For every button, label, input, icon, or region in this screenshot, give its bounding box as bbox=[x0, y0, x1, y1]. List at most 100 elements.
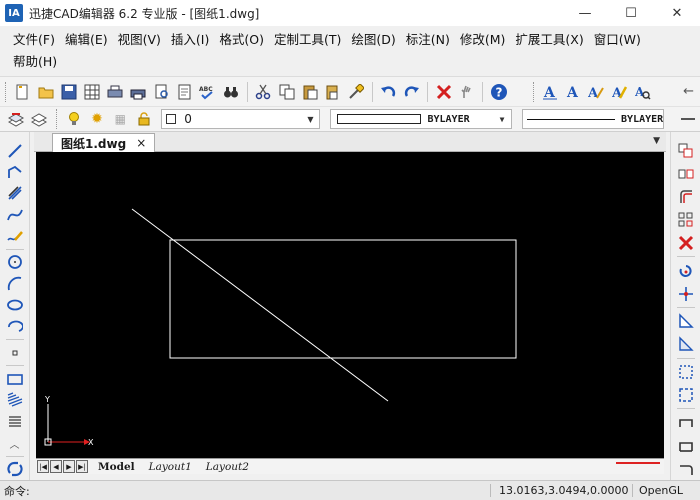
paste-icon[interactable] bbox=[300, 81, 320, 103]
text-edit-pen-icon[interactable]: A bbox=[610, 81, 630, 103]
text-style-icon[interactable]: A bbox=[540, 81, 560, 103]
layer-dropdown[interactable]: 0 ▼ bbox=[161, 109, 321, 129]
page-setup-icon[interactable] bbox=[175, 81, 195, 103]
stretch-icon[interactable] bbox=[675, 333, 697, 355]
redo-icon[interactable] bbox=[401, 81, 421, 103]
menu-ext-tools[interactable]: 扩展工具(X) bbox=[510, 29, 588, 51]
match-properties-icon[interactable] bbox=[346, 81, 366, 103]
fillet-icon[interactable] bbox=[675, 458, 697, 480]
menu-format[interactable]: 格式(O) bbox=[214, 29, 269, 51]
layer-freeze-icon[interactable]: ▦ bbox=[110, 108, 130, 130]
arc-tool-icon[interactable] bbox=[4, 274, 26, 294]
copy-object-icon[interactable] bbox=[675, 141, 697, 163]
sketch-tool-icon[interactable] bbox=[4, 226, 26, 246]
menu-annotate[interactable]: 标注(N) bbox=[401, 29, 455, 51]
menu-modify[interactable]: 修改(M) bbox=[455, 29, 511, 51]
menu-file[interactable]: 文件(F) bbox=[8, 29, 60, 51]
single-line-text-icon[interactable]: A bbox=[563, 81, 583, 103]
tab-layout1[interactable]: Layout1 bbox=[145, 460, 196, 474]
prev-layout-button[interactable]: ◀ bbox=[50, 460, 62, 473]
point-tool-icon[interactable] bbox=[4, 343, 26, 363]
drawn-rectangle[interactable] bbox=[169, 239, 517, 359]
toolbar-grip[interactable] bbox=[5, 81, 8, 102]
chevron-up-icon[interactable]: ︿ bbox=[4, 433, 26, 453]
move-icon[interactable] bbox=[675, 283, 697, 305]
line-weight-icon[interactable] bbox=[678, 108, 698, 130]
new-file-icon[interactable] bbox=[12, 81, 32, 103]
layer-manager-icon[interactable] bbox=[6, 108, 26, 130]
spring-tool-icon[interactable] bbox=[4, 412, 26, 432]
grid-icon[interactable] bbox=[82, 81, 102, 103]
break-icon[interactable] bbox=[675, 412, 697, 434]
extend-icon[interactable] bbox=[675, 384, 697, 406]
menu-help[interactable]: 帮助(H) bbox=[8, 51, 62, 73]
pan-icon[interactable] bbox=[457, 81, 477, 103]
menu-insert[interactable]: 插入(I) bbox=[166, 29, 214, 51]
chevron-down-icon[interactable]: ▼ bbox=[653, 136, 660, 146]
line-tool-icon[interactable] bbox=[4, 141, 26, 161]
lightbulb-icon[interactable] bbox=[63, 108, 83, 130]
polyline-tool-icon[interactable] bbox=[4, 162, 26, 182]
close-icon[interactable]: × bbox=[136, 136, 146, 150]
layer-state-icon[interactable] bbox=[29, 108, 49, 130]
next-layout-button[interactable]: ▶ bbox=[63, 460, 75, 473]
menu-edit[interactable]: 编辑(E) bbox=[60, 29, 113, 51]
chevron-down-icon[interactable]: ▼ bbox=[303, 112, 317, 126]
menu-window[interactable]: 窗口(W) bbox=[589, 29, 646, 51]
toolbar-grip[interactable] bbox=[532, 81, 536, 102]
tab-model[interactable]: Model bbox=[94, 460, 139, 474]
offset-icon[interactable] bbox=[675, 186, 697, 208]
trim-icon[interactable] bbox=[675, 361, 697, 383]
help-icon[interactable]: ? bbox=[489, 81, 509, 103]
save-icon[interactable] bbox=[59, 81, 79, 103]
close-button[interactable]: ✕ bbox=[654, 0, 700, 26]
find-icon[interactable] bbox=[221, 81, 241, 103]
color-dropdown[interactable]: BYLAYER ▼ bbox=[330, 109, 513, 129]
spell-check-icon[interactable]: ABC bbox=[198, 81, 218, 103]
menu-draw[interactable]: 绘图(D) bbox=[346, 29, 400, 51]
document-tab[interactable]: 图纸1.dwg × bbox=[52, 133, 156, 152]
maximize-button[interactable]: ☐ bbox=[608, 0, 654, 26]
last-layout-button[interactable]: ▶| bbox=[76, 460, 88, 473]
menu-view[interactable]: 视图(V) bbox=[113, 29, 166, 51]
open-file-icon[interactable] bbox=[36, 81, 56, 103]
renderer-indicator[interactable]: OpenGL bbox=[632, 484, 683, 497]
edit-text-icon[interactable]: A bbox=[586, 81, 606, 103]
ellipse-tool-icon[interactable] bbox=[4, 295, 26, 315]
paste-special-icon[interactable] bbox=[323, 81, 343, 103]
mirror-icon[interactable] bbox=[675, 163, 697, 185]
hatch-tool-icon[interactable] bbox=[4, 390, 26, 410]
sun-icon[interactable]: ✹ bbox=[87, 108, 107, 130]
ellipse-arc-tool-icon[interactable] bbox=[4, 316, 26, 336]
cut-icon[interactable] bbox=[253, 81, 273, 103]
command-line[interactable]: 命令: bbox=[0, 483, 490, 499]
delete-icon[interactable] bbox=[434, 81, 454, 103]
menu-custom-tools[interactable]: 定制工具(T) bbox=[269, 29, 346, 51]
array-icon[interactable] bbox=[675, 209, 697, 231]
drawing-canvas[interactable]: Y X bbox=[36, 152, 664, 458]
minimize-button[interactable]: — bbox=[562, 0, 608, 26]
chevron-down-icon[interactable]: ▼ bbox=[495, 112, 509, 126]
scale-icon[interactable] bbox=[675, 311, 697, 333]
print-icon[interactable] bbox=[105, 81, 125, 103]
circle-tool-icon[interactable] bbox=[4, 252, 26, 272]
spline-tool-icon[interactable] bbox=[4, 205, 26, 225]
rotate-icon[interactable] bbox=[675, 260, 697, 282]
plot-icon[interactable] bbox=[128, 81, 148, 103]
toolbar-grip[interactable] bbox=[56, 109, 59, 129]
first-layout-button[interactable]: |◀ bbox=[37, 460, 49, 473]
erase-icon[interactable] bbox=[675, 232, 697, 254]
rectangle-tool-icon[interactable] bbox=[4, 369, 26, 389]
find-text-icon[interactable]: A bbox=[633, 81, 653, 103]
copy-icon[interactable] bbox=[277, 81, 297, 103]
tab-layout2[interactable]: Layout2 bbox=[202, 460, 253, 474]
print-preview-icon[interactable] bbox=[152, 81, 172, 103]
linetype-dropdown[interactable]: BYLAYER bbox=[522, 109, 665, 129]
arrow-left-icon[interactable]: ← bbox=[678, 81, 698, 103]
refresh-icon[interactable] bbox=[4, 459, 26, 479]
multiline-tool-icon[interactable] bbox=[4, 183, 26, 203]
undo-icon[interactable] bbox=[378, 81, 398, 103]
horizontal-scrollbar[interactable] bbox=[616, 462, 660, 464]
chamfer-icon[interactable] bbox=[675, 435, 697, 457]
lock-icon[interactable] bbox=[133, 108, 153, 130]
